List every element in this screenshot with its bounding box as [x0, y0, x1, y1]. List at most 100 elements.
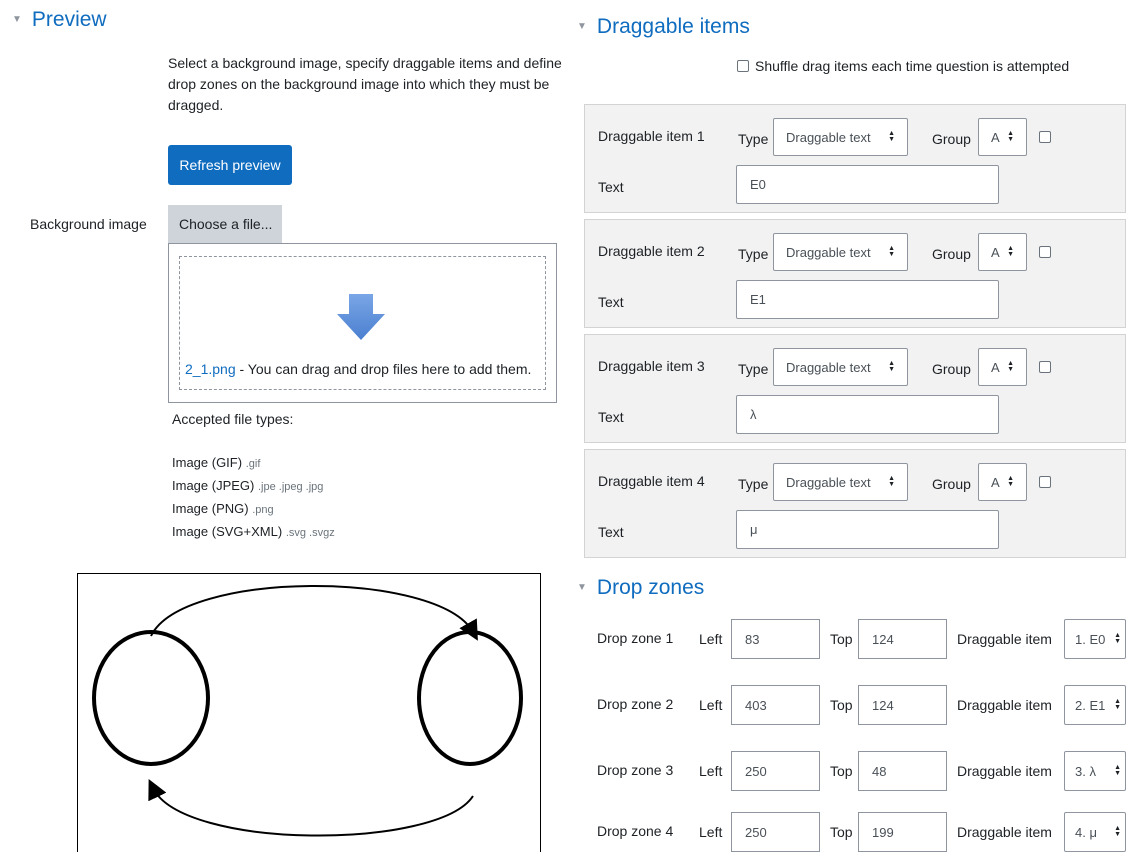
draggable-item-card: Draggable item 2 Type Draggable text ▲ ▼ G… — [584, 219, 1126, 328]
file-type-item: Image (SVG+XML) .svg .svgz — [172, 524, 335, 539]
draggable-text-input[interactable]: μ — [736, 510, 999, 549]
select-arrow-icon: ▲ ▼ — [1007, 475, 1014, 488]
group-select[interactable]: A ▲ ▼ — [978, 463, 1027, 501]
draggable-item-label: Draggable item 4 — [598, 473, 705, 489]
drop-zone-row: Drop zone 3 Left 250 Top 48 Draggable it… — [0, 751, 1126, 791]
infinite-checkbox[interactable] — [1039, 246, 1051, 258]
drop-zone-label: Drop zone 3 — [597, 762, 674, 778]
drop-zone-label: Drop zone 4 — [597, 823, 674, 839]
file-types-list: Image (GIF) .gif Image (JPEG) .jpe .jpeg… — [172, 452, 335, 544]
top-input[interactable]: 48 — [858, 751, 947, 791]
select-arrow-icon: ▲ ▼ — [888, 130, 895, 143]
top-input[interactable]: 124 — [858, 619, 947, 659]
select-arrow-icon: ▲ ▼ — [1007, 130, 1014, 143]
upload-arrow-icon — [337, 294, 385, 340]
drop-zone-row: Drop zone 2 Left 403 Top 124 Draggable i… — [0, 685, 1126, 725]
text-label: Text — [598, 409, 624, 425]
instructions-text: Select a background image, specify dragg… — [168, 55, 562, 113]
draggable-text-input[interactable]: E0 — [736, 165, 999, 204]
shuffle-label: Shuffle drag items each time question is… — [755, 58, 1070, 74]
select-arrow-icon: ▲ ▼ — [1114, 632, 1121, 645]
text-label: Text — [598, 524, 624, 540]
drop-hint: 2_1.png - You can drag and drop files he… — [185, 361, 531, 377]
select-arrow-icon: ▲ ▼ — [888, 245, 895, 258]
file-type-item: Image (GIF) .gif — [172, 455, 261, 470]
drop-zone-label: Drop zone 1 — [597, 630, 674, 646]
group-select[interactable]: A ▲ ▼ — [978, 233, 1027, 271]
group-select[interactable]: A ▲ ▼ — [978, 348, 1027, 386]
drop-zone-label: Drop zone 2 — [597, 696, 674, 712]
select-arrow-icon: ▲ ▼ — [888, 475, 895, 488]
left-label: Left — [699, 631, 723, 647]
type-select[interactable]: Draggable text ▲ ▼ — [773, 348, 908, 386]
shuffle-checkbox[interactable] — [737, 60, 749, 72]
draggable-item-label: Draggable item — [957, 697, 1052, 713]
refresh-preview-button[interactable]: Refresh preview — [168, 145, 292, 185]
top-label: Top — [830, 631, 853, 647]
collapse-icon: ▼ — [12, 13, 22, 25]
draggable-item-label: Draggable item — [957, 763, 1052, 779]
infinite-checkbox[interactable] — [1039, 131, 1051, 143]
dropzones-section-header[interactable]: ▼ Drop zones — [577, 576, 704, 600]
type-select[interactable]: Draggable text ▲ ▼ — [773, 118, 908, 156]
left-input[interactable]: 403 — [731, 685, 820, 725]
group-label: Group — [932, 361, 971, 377]
top-input[interactable]: 124 — [858, 685, 947, 725]
file-type-item: Image (PNG) .png — [172, 501, 274, 516]
preview-section-header[interactable]: ▼ Preview — [12, 8, 107, 32]
draggable-item-select[interactable]: 3. λ ▲ ▼ — [1064, 751, 1126, 791]
select-arrow-icon: ▲ ▼ — [888, 360, 895, 373]
left-input[interactable]: 83 — [731, 619, 820, 659]
type-label: Type — [738, 246, 769, 262]
choose-file-button[interactable]: Choose a file... — [168, 205, 282, 243]
left-label: Left — [699, 697, 723, 713]
left-input[interactable]: 250 — [731, 751, 820, 791]
draggable-item-select[interactable]: 4. μ ▲ ▼ — [1064, 812, 1126, 852]
draggable-item-label: Draggable item 3 — [598, 358, 705, 374]
preview-heading: Preview — [31, 8, 107, 31]
draggable-item-label: Draggable item 1 — [598, 128, 705, 144]
select-arrow-icon: ▲ ▼ — [1007, 360, 1014, 373]
draggable-heading: Draggable items — [596, 15, 750, 38]
draggable-item-select[interactable]: 1. E0 ▲ ▼ — [1064, 619, 1126, 659]
infinite-checkbox[interactable] — [1039, 361, 1051, 373]
draggable-item-label: Draggable item — [957, 824, 1052, 840]
text-label: Text — [598, 294, 624, 310]
type-select[interactable]: Draggable text ▲ ▼ — [773, 233, 908, 271]
left-label: Left — [699, 824, 723, 840]
left-input[interactable]: 250 — [731, 812, 820, 852]
draggable-item-select[interactable]: 2. E1 ▲ ▼ — [1064, 685, 1126, 725]
type-label: Type — [738, 131, 769, 147]
file-type-item: Image (JPEG) .jpe .jpeg .jpg — [172, 478, 324, 493]
select-arrow-icon: ▲ ▼ — [1114, 825, 1121, 838]
drop-zone-row: Drop zone 4 Left 250 Top 199 Draggable i… — [0, 812, 1126, 852]
top-input[interactable]: 199 — [858, 812, 947, 852]
draggable-item-card: Draggable item 3 Type Draggable text ▲ ▼ G… — [584, 334, 1126, 443]
type-label: Type — [738, 361, 769, 377]
group-label: Group — [932, 246, 971, 262]
draggable-item-label: Draggable item 2 — [598, 243, 705, 259]
drop-zone-row: Drop zone 1 Left 83 Top 124 Draggable it… — [0, 619, 1126, 659]
group-label: Group — [932, 476, 971, 492]
collapse-icon: ▼ — [577, 20, 587, 32]
type-label: Type — [738, 476, 769, 492]
text-label: Text — [598, 179, 624, 195]
file-drop-area[interactable]: 2_1.png - You can drag and drop files he… — [168, 243, 557, 403]
top-label: Top — [830, 697, 853, 713]
type-select[interactable]: Draggable text ▲ ▼ — [773, 463, 908, 501]
draggable-text-input[interactable]: E1 — [736, 280, 999, 319]
group-select[interactable]: A ▲ ▼ — [978, 118, 1027, 156]
draggable-item-card: Draggable item 4 Type Draggable text ▲ ▼ G… — [584, 449, 1126, 558]
shuffle-option[interactable]: Shuffle drag items each time question is… — [737, 58, 1069, 74]
dropzones-heading: Drop zones — [596, 576, 705, 599]
select-arrow-icon: ▲ ▼ — [1114, 698, 1121, 711]
select-arrow-icon: ▲ ▼ — [1007, 245, 1014, 258]
collapse-icon: ▼ — [577, 581, 587, 593]
draggable-text-input[interactable]: λ — [736, 395, 999, 434]
infinite-checkbox[interactable] — [1039, 476, 1051, 488]
drop-hint-text: - You can drag and drop files here to ad… — [235, 361, 532, 377]
top-label: Top — [830, 824, 853, 840]
uploaded-file-link[interactable]: 2_1.png — [185, 361, 236, 377]
left-label: Left — [699, 763, 723, 779]
draggable-section-header[interactable]: ▼ Draggable items — [577, 15, 750, 39]
